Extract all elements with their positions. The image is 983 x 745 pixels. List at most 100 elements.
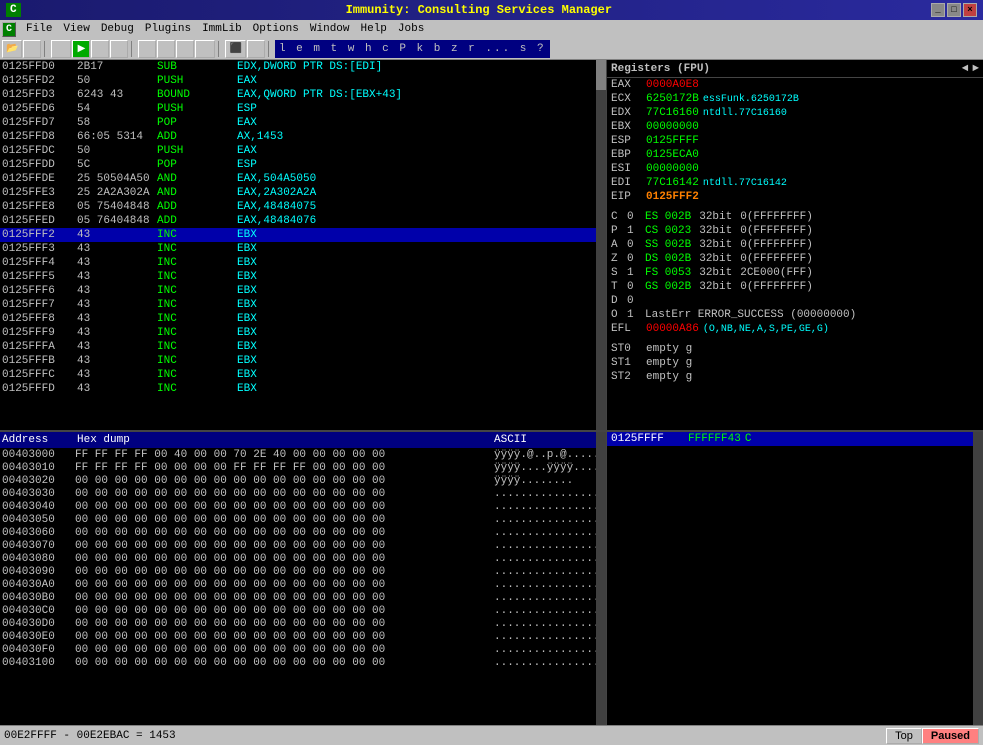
tb-back[interactable]: ◄◄ <box>51 40 71 58</box>
disasm-row[interactable]: 0125FFD250PUSHEAX <box>0 74 606 88</box>
disasm-row[interactable]: 0125FFDD5CPOPESP <box>0 158 606 172</box>
disasm-row[interactable]: 0125FFD654PUSHESP <box>0 102 606 116</box>
maximize-button[interactable]: □ <box>947 3 961 17</box>
hex-row[interactable]: 004030C0 00 00 00 00 00 00 00 00 00 00 0… <box>0 604 606 617</box>
hex-row[interactable]: 004030E0 00 00 00 00 00 00 00 00 00 00 0… <box>0 630 606 643</box>
hex-row[interactable]: 00403000 FF FF FF FF 00 40 00 00 70 2E 4… <box>0 448 606 461</box>
hex-row[interactable]: 00403050 00 00 00 00 00 00 00 00 00 00 0… <box>0 513 606 526</box>
disasm-row[interactable]: 0125FFF743INCEBX <box>0 298 606 312</box>
menu-view[interactable]: View <box>58 22 94 36</box>
top-button[interactable]: Top <box>886 728 922 744</box>
disasm-row[interactable]: 0125FFD866:05 5314ADDAX,1453 <box>0 130 606 144</box>
disasm-row[interactable]: 0125FFD758POPEAX <box>0 116 606 130</box>
disasm-row[interactable]: 0125FFFB43INCEBX <box>0 354 606 368</box>
register-value[interactable]: 0000A0E8 <box>646 79 699 91</box>
tb-run-to[interactable]: →| <box>195 40 215 58</box>
disasm-row[interactable]: 0125FFD36243 43BOUNDEAX,QWORD PTR DS:[EB… <box>0 88 606 102</box>
reg-dump-scrollbar[interactable] <box>973 432 983 725</box>
tb-play[interactable]: ▶ <box>72 40 90 58</box>
reg-dump-address: 0125FFFF <box>609 433 684 445</box>
hex-row[interactable]: 00403040 00 00 00 00 00 00 00 00 00 00 0… <box>0 500 606 513</box>
menu-window[interactable]: Window <box>305 22 355 36</box>
disasm-row[interactable]: 0125FFF443INCEBX <box>0 256 606 270</box>
hex-row[interactable]: 00403020 00 00 00 00 00 00 00 00 00 00 0… <box>0 474 606 487</box>
hex-row[interactable]: 004030D0 00 00 00 00 00 00 00 00 00 00 0… <box>0 617 606 630</box>
tb-step-into[interactable]: ↘ <box>138 40 156 58</box>
registers-nav[interactable]: ◄ ► <box>962 63 979 75</box>
hex-row[interactable]: 004030A0 00 00 00 00 00 00 00 00 00 00 0… <box>0 578 606 591</box>
hex-pane[interactable]: Address Hex dump ASCII 00403000 FF FF FF… <box>0 432 607 725</box>
disasm-row[interactable]: 0125FFE325 2A2A302AANDEAX,2A302A2A <box>0 186 606 200</box>
disasm-row[interactable]: 0125FFFA43INCEBX <box>0 340 606 354</box>
tb-step-out[interactable]: ↗ <box>176 40 194 58</box>
close-button[interactable]: × <box>963 3 977 17</box>
disasm-row[interactable]: 0125FFF543INCEBX <box>0 270 606 284</box>
register-value[interactable]: 77C16142 <box>646 177 699 189</box>
tb-open[interactable]: 📂 <box>2 40 22 58</box>
disasm-row[interactable]: 0125FFFD43INCEBX <box>0 382 606 396</box>
menu-debug[interactable]: Debug <box>96 22 139 36</box>
efl-value[interactable]: 00000A86 <box>646 323 699 335</box>
register-value[interactable]: 00000000 <box>646 163 699 175</box>
disasm-row[interactable]: 0125FFDC50PUSHEAX <box>0 144 606 158</box>
tb-pause[interactable]: ‖ <box>91 40 109 58</box>
disasm-row[interactable]: 0125FFED05 76404848ADDEAX,48484076 <box>0 214 606 228</box>
hex-row[interactable]: 00403030 00 00 00 00 00 00 00 00 00 00 0… <box>0 487 606 500</box>
menu-help[interactable]: Help <box>356 22 392 36</box>
disasm-row[interactable]: 0125FFF843INCEBX <box>0 312 606 326</box>
disasm-scrollbar-thumb[interactable] <box>596 60 606 90</box>
flag-value[interactable]: 0 <box>627 211 637 223</box>
disasm-row[interactable]: 0125FFF943INCEBX <box>0 326 606 340</box>
disasm-row[interactable]: 0125FFFC43INCEBX <box>0 368 606 382</box>
disasm-mnemonic: INC <box>157 257 237 269</box>
hex-row[interactable]: 00403090 00 00 00 00 00 00 00 00 00 00 0… <box>0 565 606 578</box>
flag-value[interactable]: 0 <box>627 281 637 293</box>
hex-row[interactable]: 004030F0 00 00 00 00 00 00 00 00 00 00 0… <box>0 643 606 656</box>
hex-row[interactable]: 00403070 00 00 00 00 00 00 00 00 00 00 0… <box>0 539 606 552</box>
disasm-scrollbar[interactable] <box>596 60 606 430</box>
register-value[interactable]: 0125FFFF <box>646 135 699 147</box>
reg-prev-arrow[interactable]: ◄ <box>962 63 969 75</box>
hex-row[interactable]: 004030B0 00 00 00 00 00 00 00 00 00 00 0… <box>0 591 606 604</box>
reg-next-arrow[interactable]: ► <box>972 63 979 75</box>
menu-options[interactable]: Options <box>248 22 304 36</box>
menu-plugins[interactable]: Plugins <box>140 22 196 36</box>
register-value[interactable]: 77C16160 <box>646 107 699 119</box>
flag-value[interactable]: 1 <box>627 267 637 279</box>
register-value[interactable]: 00000000 <box>646 121 699 133</box>
tb-restart[interactable]: ↺ <box>110 40 128 58</box>
hex-row[interactable]: 00403060 00 00 00 00 00 00 00 00 00 00 0… <box>0 526 606 539</box>
menu-file[interactable]: File <box>21 22 57 36</box>
paused-button[interactable]: Paused <box>922 728 979 744</box>
tb-step-over[interactable]: → <box>157 40 175 58</box>
hex-row[interactable]: 00403100 00 00 00 00 00 00 00 00 00 00 0… <box>0 656 606 669</box>
flag-value[interactable]: 0 <box>627 295 637 307</box>
tb-close[interactable]: ✕ <box>23 40 41 58</box>
register-value[interactable]: 6250172B <box>646 93 699 105</box>
menu-jobs[interactable]: Jobs <box>393 22 429 36</box>
flag-value[interactable]: 1 <box>627 225 637 237</box>
tb-bp[interactable]: ⬛ <box>225 40 245 58</box>
disasm-row[interactable]: 0125FFF243INCEBX <box>0 228 606 242</box>
disasm-row[interactable]: 0125FFF643INCEBX <box>0 284 606 298</box>
flag-value[interactable]: 1 <box>627 309 637 321</box>
menu-immlib[interactable]: ImmLib <box>197 22 247 36</box>
disasm-row[interactable]: 0125FFF343INCEBX <box>0 242 606 256</box>
flag-value[interactable]: 0 <box>627 253 637 265</box>
flag-value[interactable]: 0 <box>627 239 637 251</box>
hex-scrollbar[interactable] <box>596 432 606 725</box>
hex-ascii: ÿÿÿÿ.@..p.@..... <box>494 449 604 461</box>
title-bar-controls[interactable]: _ □ × <box>931 3 977 17</box>
reg-dump-row[interactable]: 0125FFFFFFFFFF43C <box>607 432 983 446</box>
minimize-button[interactable]: _ <box>931 3 945 17</box>
register-value[interactable]: 0125ECA0 <box>646 149 699 161</box>
disasm-row[interactable]: 0125FFD02B17SUBEDX,DWORD PTR DS:[EDI] <box>0 60 606 74</box>
disasm-row[interactable]: 0125FFDE25 50504A50ANDEAX,504A5050 <box>0 172 606 186</box>
disasm-bytes: 58 <box>77 117 157 129</box>
eip-value[interactable]: 0125FFF2 <box>646 191 699 203</box>
disasm-row[interactable]: 0125FFE805 75404848ADDEAX,48484075 <box>0 200 606 214</box>
hex-row[interactable]: 00403080 00 00 00 00 00 00 00 00 00 00 0… <box>0 552 606 565</box>
hex-row[interactable]: 00403010 FF FF FF FF 00 00 00 00 FF FF F… <box>0 461 606 474</box>
disasm-pane[interactable]: 0125FFD02B17SUBEDX,DWORD PTR DS:[EDI]012… <box>0 60 607 430</box>
tb-clear-bp[interactable]: ✕ <box>247 40 265 58</box>
